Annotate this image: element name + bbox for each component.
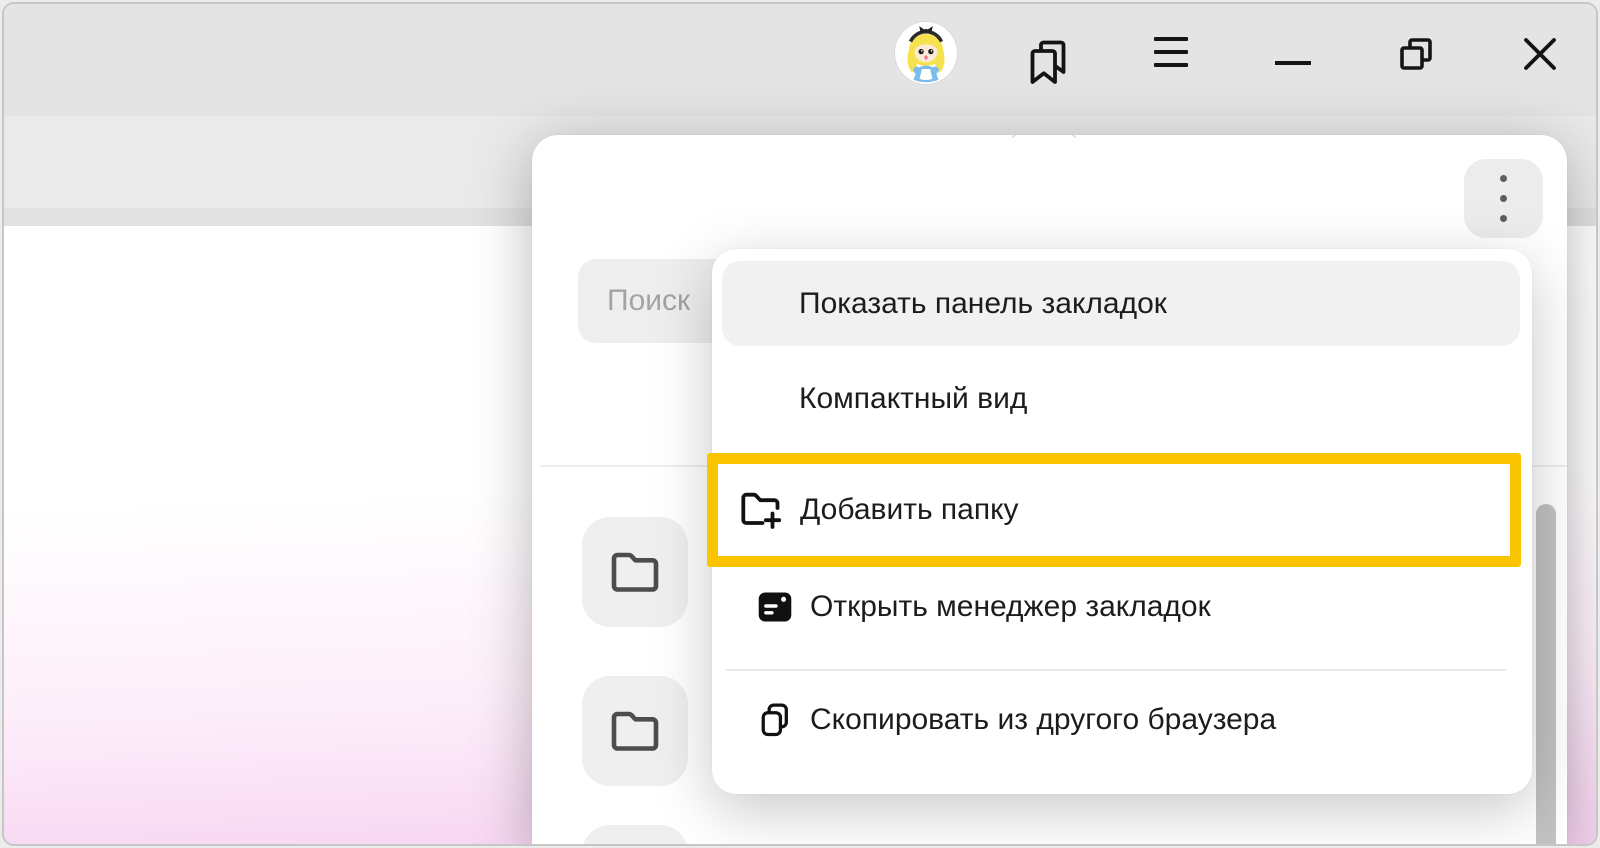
panel-arrow bbox=[1011, 135, 1076, 170]
menu-item-label: Показать панель закладок bbox=[799, 287, 1167, 321]
hamburger-menu-icon[interactable] bbox=[1151, 37, 1191, 67]
copy-icon bbox=[756, 701, 794, 739]
bookmark-folder-item[interactable] bbox=[582, 825, 688, 846]
browser-window: Закладки Поиск bbox=[2, 2, 1598, 846]
folder-icon bbox=[608, 708, 662, 754]
bookmark-folder-item[interactable] bbox=[582, 676, 688, 786]
menu-item-label: Компактный вид bbox=[799, 382, 1027, 416]
restore-window-icon[interactable] bbox=[1396, 34, 1436, 74]
folder-icon bbox=[608, 549, 662, 595]
bookmarks-glyph bbox=[1025, 37, 1071, 87]
menu-item-open-bookmarks-manager[interactable]: Открыть менеджер закладок bbox=[722, 565, 1520, 649]
menu-item-label: Добавить папку bbox=[800, 493, 1019, 527]
kebab-menu-icon bbox=[1500, 175, 1507, 182]
restore-glyph bbox=[1397, 35, 1435, 73]
avatar-girl-illustration bbox=[895, 22, 957, 84]
menu-item-label: Открыть менеджер закладок bbox=[810, 590, 1211, 624]
folder-plus-icon bbox=[739, 490, 783, 530]
bookmark-manager-icon bbox=[756, 588, 794, 626]
search-placeholder: Поиск bbox=[607, 284, 690, 318]
browser-toolbar bbox=[4, 4, 1596, 116]
kebab-menu-button[interactable] bbox=[1464, 159, 1543, 238]
menu-item-show-bookmarks-bar[interactable]: Показать панель закладок bbox=[722, 261, 1520, 346]
bookmark-folder-item[interactable] bbox=[582, 517, 688, 627]
menu-item-label: Скопировать из другого браузера bbox=[810, 703, 1276, 737]
close-icon[interactable] bbox=[1518, 32, 1562, 76]
annotation-highlight-box: Добавить папку bbox=[707, 453, 1521, 567]
close-glyph bbox=[1520, 34, 1560, 74]
screenshot-root: Закладки Поиск bbox=[0, 0, 1600, 848]
bookmarks-options-menu: Показать панель закладок Компактный вид … bbox=[712, 249, 1532, 794]
menu-item-add-folder[interactable]: Добавить папку bbox=[718, 464, 1510, 556]
menu-item-copy-from-other-browser[interactable]: Скопировать из другого браузера bbox=[722, 677, 1520, 762]
scrollbar-thumb[interactable] bbox=[1536, 504, 1556, 846]
menu-divider bbox=[726, 669, 1506, 671]
bookmarks-icon[interactable] bbox=[1022, 34, 1074, 90]
minimize-icon[interactable] bbox=[1272, 58, 1314, 68]
menu-item-compact-view[interactable]: Компактный вид bbox=[722, 359, 1520, 439]
profile-avatar[interactable] bbox=[895, 22, 957, 84]
